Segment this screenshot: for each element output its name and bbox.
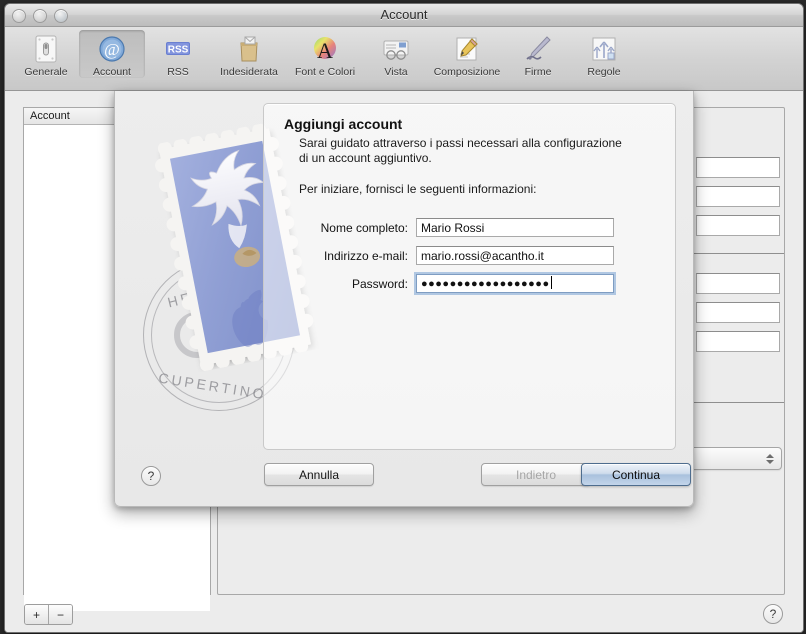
at-sign-icon: @ xyxy=(81,32,143,65)
chevron-updown-icon xyxy=(765,451,774,466)
background-field-6[interactable] xyxy=(696,331,780,352)
sheet-description: Sarai guidato attraverso i passi necessa… xyxy=(299,136,622,165)
signature-pen-icon xyxy=(507,32,569,65)
junk-bag-icon xyxy=(213,32,285,65)
background-field-1[interactable] xyxy=(696,157,780,178)
email-address-field[interactable] xyxy=(416,246,614,265)
password-masked-value: ●●●●●●●●●●●●●●●●●● xyxy=(421,278,550,290)
toolbar-label-composizione: Composizione xyxy=(433,66,501,78)
toolbar-label-account: Account xyxy=(93,66,131,78)
back-button[interactable]: Indietro xyxy=(481,463,591,486)
sheet-footer: ? Annulla Indietro Continua xyxy=(115,448,693,506)
password-label: Password: xyxy=(351,276,408,291)
toolbar-item-font-e-colori[interactable]: A Font e Colori xyxy=(287,30,363,78)
sheet-help-button[interactable]: ? xyxy=(141,466,161,486)
preferences-content: Account + − ? HELLO FROM CUPERTINO Aggiu… xyxy=(5,91,803,632)
toolbar-item-composizione[interactable]: Composizione xyxy=(429,30,505,78)
sheet-inner-panel: Aggiungi account Sarai guidato attravers… xyxy=(263,103,676,450)
toolbar-label-firme: Firme xyxy=(524,66,552,78)
general-switch-icon xyxy=(15,32,77,65)
background-separator-2 xyxy=(684,402,784,403)
toolbar-label-indesiderata: Indesiderata xyxy=(220,66,278,78)
toolbar-item-rss[interactable]: RSS RSS xyxy=(145,30,211,78)
background-field-2[interactable] xyxy=(696,186,780,207)
rules-arrows-icon xyxy=(573,32,635,65)
window-title: Account xyxy=(380,7,428,22)
toolbar-item-generale[interactable]: Generale xyxy=(13,30,79,78)
window-help-button[interactable]: ? xyxy=(763,604,783,624)
account-form: Nome completo: Indirizzo e-mail: Passwor… xyxy=(264,214,675,298)
toolbar-item-account[interactable]: @ Account xyxy=(79,30,145,78)
toolbar-item-regole[interactable]: Regole xyxy=(571,30,637,78)
toolbar-item-firme[interactable]: Firme xyxy=(505,30,571,78)
text-caret xyxy=(550,276,552,289)
add-remove-account-control[interactable]: + − xyxy=(24,604,73,625)
background-popup-button[interactable] xyxy=(684,447,782,470)
background-field-4[interactable] xyxy=(696,273,780,294)
postmark-gear-icon xyxy=(174,312,220,358)
background-separator-1 xyxy=(684,253,784,254)
password-field[interactable]: ●●●●●●●●●●●●●●●●●● xyxy=(416,274,614,293)
remove-account-button[interactable]: − xyxy=(48,605,72,624)
toolbar-label-generale: Generale xyxy=(24,66,68,78)
background-field-3[interactable] xyxy=(696,215,780,236)
window-titlebar: Account xyxy=(5,4,803,27)
full-name-label: Nome completo: xyxy=(320,220,408,235)
form-row-password: Password: ●●●●●●●●●●●●●●●●●● xyxy=(264,270,675,297)
sheet-title: Aggiungi account xyxy=(284,116,403,132)
toolbar-label-rss: RSS xyxy=(167,66,189,78)
preferences-window: Account Generale @ Account RSS RSS Indes… xyxy=(4,3,804,633)
toolbar-label-regole: Regole xyxy=(587,66,621,78)
screenshot-root: Account Generale @ Account RSS RSS Indes… xyxy=(0,0,806,634)
viewing-glasses-icon xyxy=(365,32,427,65)
svg-text:RSS: RSS xyxy=(168,44,189,55)
postmark-bottom-text: CUPERTINO xyxy=(157,369,268,403)
svg-text:A: A xyxy=(317,38,333,63)
cancel-button[interactable]: Annulla xyxy=(264,463,374,486)
font-color-icon: A xyxy=(289,32,361,65)
email-address-label: Indirizzo e-mail: xyxy=(323,248,408,263)
preferences-toolbar: Generale @ Account RSS RSS Indesiderata … xyxy=(5,27,803,91)
svg-text:@: @ xyxy=(104,40,120,59)
continue-button[interactable]: Continua xyxy=(581,463,691,486)
full-name-field[interactable] xyxy=(416,218,614,237)
add-account-button[interactable]: + xyxy=(25,605,48,624)
toolbar-item-indesiderata[interactable]: Indesiderata xyxy=(211,30,287,78)
rss-icon: RSS xyxy=(147,32,209,65)
background-field-5[interactable] xyxy=(696,302,780,323)
form-row-full-name: Nome completo: xyxy=(264,214,675,241)
toolbar-label-font-e-colori: Font e Colori xyxy=(294,66,356,78)
sheet-instruction: Per iniziare, fornisci le seguenti infor… xyxy=(299,182,537,196)
toolbar-item-vista[interactable]: Vista xyxy=(363,30,429,78)
compose-pencil-icon xyxy=(431,32,503,65)
add-account-sheet: HELLO FROM CUPERTINO Aggiungi account Sa… xyxy=(114,91,694,507)
form-row-email: Indirizzo e-mail: xyxy=(264,242,675,269)
toolbar-label-vista: Vista xyxy=(384,66,408,78)
